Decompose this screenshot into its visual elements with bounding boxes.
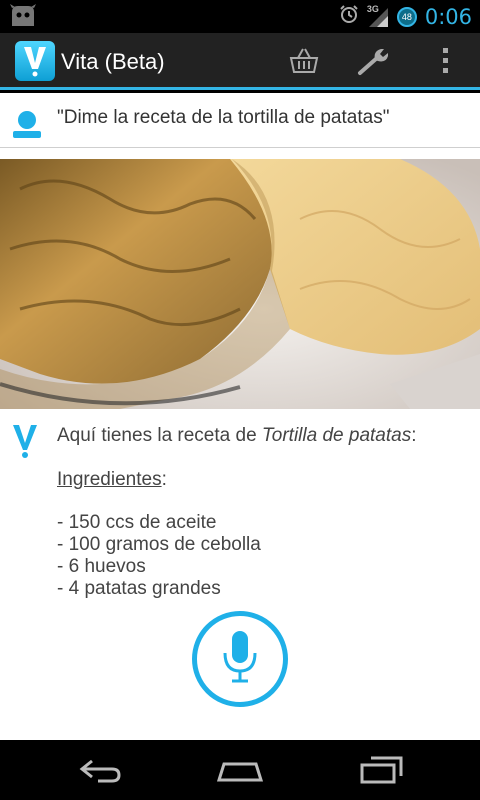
ingredients-colon: : bbox=[161, 468, 167, 490]
vita-logo-icon bbox=[12, 423, 38, 459]
alarm-icon bbox=[339, 4, 359, 29]
answer-text: Aquí tienes la receta de Tortilla de pat… bbox=[57, 425, 467, 599]
answer-colon: : bbox=[411, 425, 417, 446]
basket-icon[interactable] bbox=[282, 41, 326, 81]
battery-icon: 48 bbox=[396, 6, 417, 27]
back-icon[interactable] bbox=[65, 748, 135, 792]
action-bar: Vita (Beta) bbox=[0, 33, 480, 90]
navigation-bar bbox=[0, 740, 480, 800]
recent-apps-icon[interactable] bbox=[346, 748, 416, 792]
ingredients-heading: Ingredientes: bbox=[57, 469, 467, 491]
ingredient-list: - 150 ccs de aceite - 100 gramos de cebo… bbox=[57, 512, 467, 599]
app-title: Vita (Beta) bbox=[61, 49, 165, 74]
network-type: 3G bbox=[366, 3, 379, 14]
answer-intro: Aquí tienes la receta de Tortilla de pat… bbox=[57, 425, 467, 447]
conversation-panel: "Dime la receta de la tortilla de patata… bbox=[0, 93, 480, 740]
clock: 0:06 bbox=[424, 4, 472, 29]
user-query-text: "Dime la receta de la tortilla de patata… bbox=[57, 107, 390, 128]
microphone-button[interactable] bbox=[192, 611, 288, 707]
list-item: - 6 huevos bbox=[57, 555, 146, 577]
dish-name[interactable]: Tortilla de patatas bbox=[262, 425, 411, 446]
list-item: - 150 ccs de aceite bbox=[57, 512, 217, 534]
cyanogen-icon bbox=[10, 4, 36, 28]
list-item: - 4 patatas grandes bbox=[57, 577, 221, 599]
wrench-icon[interactable] bbox=[353, 41, 397, 81]
recipe-photo bbox=[0, 159, 480, 409]
microphone-icon bbox=[220, 629, 260, 690]
overflow-menu-icon[interactable] bbox=[423, 41, 467, 81]
answer-intro-text: Aquí tienes la receta de bbox=[57, 425, 262, 446]
ingredients-label: Ingredientes bbox=[57, 468, 162, 490]
home-icon[interactable] bbox=[205, 748, 275, 792]
status-bar: 3G 48 0:06 bbox=[0, 0, 480, 33]
signal-icon: 3G bbox=[366, 3, 389, 28]
app-logo-icon[interactable] bbox=[15, 41, 55, 81]
list-item: - 100 gramos de cebolla bbox=[57, 534, 261, 556]
user-avatar-icon bbox=[12, 109, 42, 139]
user-query-row: "Dime la receta de la tortilla de patata… bbox=[0, 93, 480, 148]
